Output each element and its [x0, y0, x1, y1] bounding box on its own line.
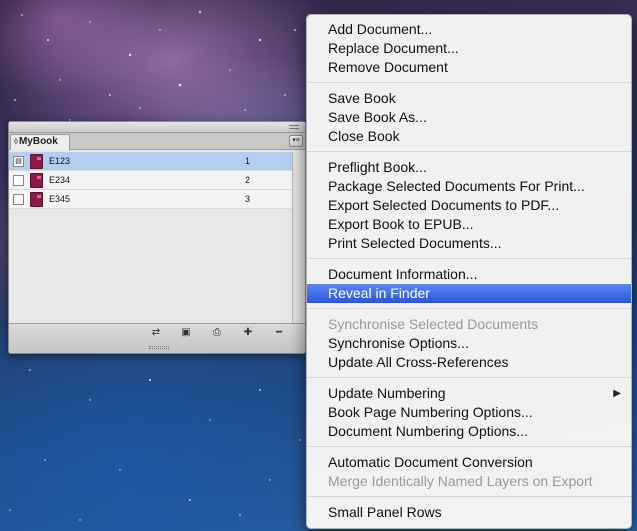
menu-item-small-panel-rows[interactable]: Small Panel Rows	[307, 503, 631, 522]
remove-document-icon[interactable]: ━	[272, 327, 286, 339]
tab-mybook[interactable]: ◊MyBook	[10, 134, 70, 150]
tab-label: MyBook	[18, 136, 58, 147]
sync-source-checkbox[interactable]	[13, 175, 24, 186]
menu-item-export-to-pdf[interactable]: Export Selected Documents to PDF...	[307, 196, 631, 215]
menu-item-close-book[interactable]: Close Book	[307, 127, 631, 146]
menu-item-automatic-conversion[interactable]: Automatic Document Conversion	[307, 453, 631, 472]
menu-item-book-page-numbering[interactable]: Book Page Numbering Options...	[307, 403, 631, 422]
panel-menu-button[interactable]: ▾≡	[289, 135, 303, 147]
menu-item-replace-document[interactable]: Replace Document...	[307, 39, 631, 58]
document-open-icon[interactable]: ▤	[13, 156, 24, 167]
document-pages: 1	[245, 156, 251, 166]
menu-item-document-numbering[interactable]: Document Numbering Options...	[307, 422, 631, 441]
document-name: E345	[49, 194, 71, 204]
menu-item-save-book-as[interactable]: Save Book As...	[307, 108, 631, 127]
document-row[interactable]: E345 3	[9, 190, 293, 209]
menu-item-reveal-in-finder[interactable]: Reveal in Finder	[307, 284, 631, 303]
menu-separator	[307, 446, 631, 447]
panel-bottom-bar: ⇄ ▣ ⎙ ✚ ━	[9, 323, 305, 353]
menu-item-print-documents[interactable]: Print Selected Documents...	[307, 234, 631, 253]
indesign-document-icon	[30, 173, 43, 188]
menu-item-update-cross-references[interactable]: Update All Cross-References	[307, 353, 631, 372]
document-row[interactable]: E234 2	[9, 171, 293, 190]
panel-tab-row: ◊MyBook ▾≡	[9, 133, 305, 150]
document-pages: 2	[245, 175, 251, 185]
book-panel: ◊MyBook ▾≡ ▤ E123 1 E234 2 E345 3 ⇄ ▣ ⎙ …	[8, 121, 306, 354]
sync-source-checkbox[interactable]	[13, 194, 24, 205]
menu-separator	[307, 258, 631, 259]
save-book-icon[interactable]: ▣	[179, 327, 193, 339]
menu-item-package-for-print[interactable]: Package Selected Documents For Print...	[307, 177, 631, 196]
collapse-grip-icon[interactable]	[289, 125, 299, 129]
menu-item-synchronise-selected: Synchronise Selected Documents	[328, 316, 539, 332]
menu-item-label: Update Numbering	[328, 385, 446, 401]
menu-separator	[307, 496, 631, 497]
tab-arrow-icon: ◊	[14, 137, 18, 146]
panel-title-bar[interactable]	[9, 122, 305, 133]
panel-scrollbar[interactable]	[292, 152, 305, 325]
menu-item-merge-layers: Merge Identically Named Layers on Export	[328, 473, 593, 489]
resize-grip-icon[interactable]	[149, 346, 169, 349]
indesign-document-icon	[30, 154, 43, 169]
menu-item-document-information[interactable]: Document Information...	[307, 265, 631, 284]
menu-item-remove-document[interactable]: Remove Document	[307, 58, 631, 77]
menu-item-update-numbering[interactable]: Update Numbering ▶	[307, 384, 631, 403]
submenu-arrow-icon: ▶	[613, 388, 621, 399]
indesign-document-icon	[30, 192, 43, 207]
document-pages: 3	[245, 194, 251, 204]
menu-item-export-to-epub[interactable]: Export Book to EPUB...	[307, 215, 631, 234]
menu-item-save-book[interactable]: Save Book	[307, 89, 631, 108]
menu-separator	[307, 82, 631, 83]
synchronise-icon[interactable]: ⇄	[149, 327, 163, 339]
menu-separator	[307, 151, 631, 152]
menu-item-add-document[interactable]: Add Document...	[307, 20, 631, 39]
menu-item-preflight-book[interactable]: Preflight Book...	[307, 158, 631, 177]
add-document-icon[interactable]: ✚	[241, 327, 255, 339]
document-name: E234	[49, 175, 71, 185]
document-row[interactable]: ▤ E123 1	[9, 152, 293, 171]
book-panel-menu: Add Document... Replace Document... Remo…	[306, 14, 632, 529]
print-book-icon[interactable]: ⎙	[210, 327, 224, 339]
document-list: ▤ E123 1 E234 2 E345 3	[9, 152, 293, 209]
document-name: E123	[49, 156, 71, 166]
menu-separator	[307, 308, 631, 309]
menu-separator	[307, 377, 631, 378]
menu-item-synchronise-options[interactable]: Synchronise Options...	[307, 334, 631, 353]
